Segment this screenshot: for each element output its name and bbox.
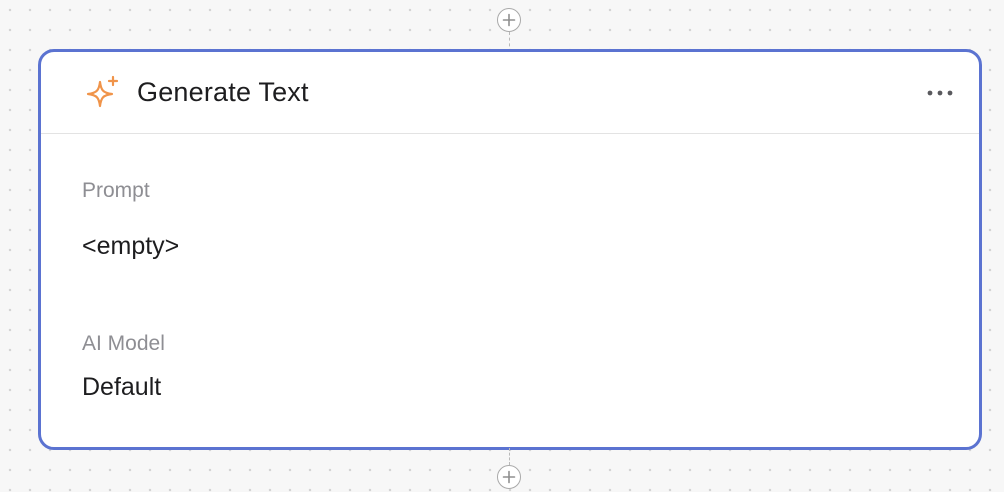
add-step-button-bottom[interactable]: [497, 465, 521, 489]
node-title: Generate Text: [137, 77, 309, 107]
add-step-button-top[interactable]: [497, 8, 521, 32]
connector-line-bottom: [509, 448, 510, 465]
sparkle-icon: [83, 73, 123, 113]
more-options-button[interactable]: [923, 80, 957, 106]
ai-model-value[interactable]: Default: [82, 373, 161, 402]
prompt-value[interactable]: <empty>: [82, 232, 179, 261]
node-header: Generate Text: [41, 52, 979, 134]
more-horizontal-icon: [927, 90, 953, 96]
generate-text-node[interactable]: Generate Text Prompt <empty> AI Model De…: [38, 49, 982, 450]
ai-model-label: AI Model: [82, 332, 165, 355]
prompt-label: Prompt: [82, 179, 150, 202]
plus-icon: [502, 13, 516, 27]
plus-icon: [502, 470, 516, 484]
